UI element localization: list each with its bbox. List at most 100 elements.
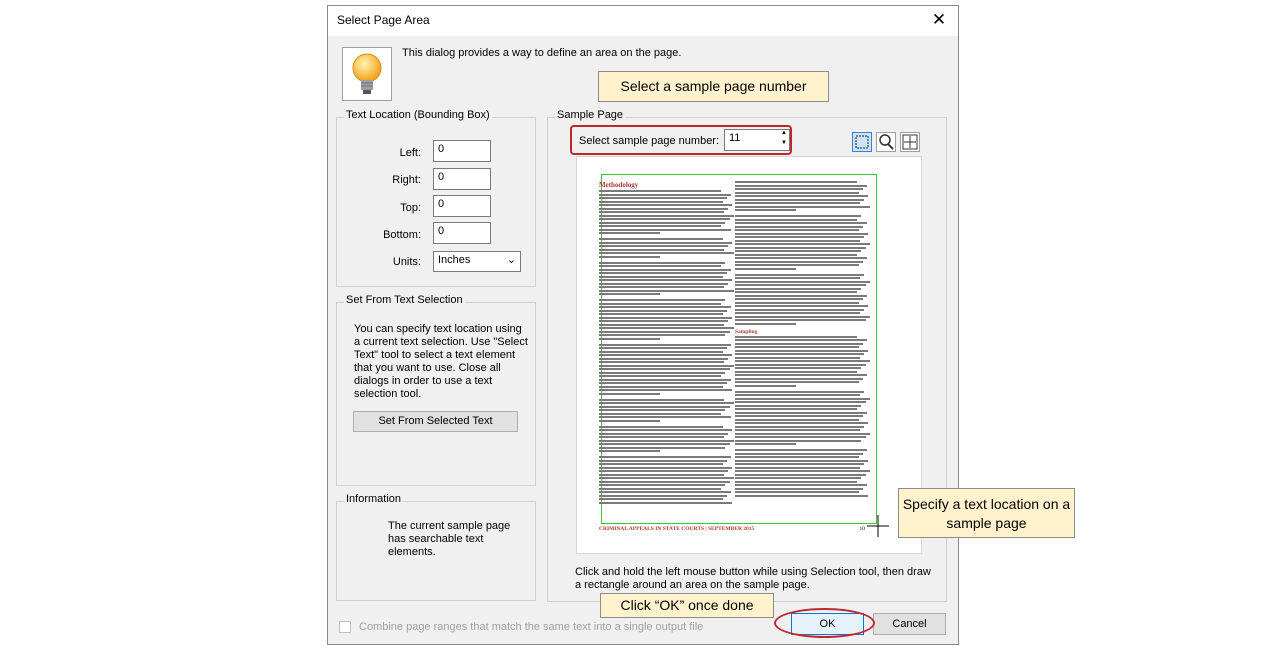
page-text-line bbox=[599, 214, 734, 217]
page-text-line bbox=[599, 371, 726, 374]
page-text-line bbox=[599, 275, 723, 278]
page-text-line bbox=[735, 459, 869, 462]
page-text-line bbox=[599, 299, 726, 301]
title-bar: Select Page Area ✕ bbox=[328, 6, 958, 36]
page-text-line bbox=[735, 236, 865, 238]
page-text-line bbox=[735, 418, 859, 421]
page-text-line bbox=[599, 327, 734, 329]
page-text-line bbox=[735, 381, 859, 383]
page-text-line bbox=[735, 280, 870, 283]
page-text-line bbox=[599, 389, 733, 391]
text-location-group: Text Location (Bounding Box) Left: 0 Rig… bbox=[336, 109, 536, 287]
page-text-line bbox=[735, 243, 870, 245]
set-from-selected-text-button[interactable]: Set From Selected Text bbox=[353, 411, 518, 432]
page-text-line bbox=[599, 466, 733, 469]
page-text-line bbox=[599, 432, 729, 435]
page-text-line bbox=[735, 246, 866, 249]
page-text-line bbox=[599, 402, 734, 404]
page-text-line bbox=[599, 473, 725, 476]
top-label: Top: bbox=[400, 202, 421, 214]
sample-page-instruction: Click and hold the left mouse button whi… bbox=[575, 566, 931, 591]
information-label: Information bbox=[344, 493, 404, 505]
sample-page-preview[interactable]: Methodology Sampling CRIMINAL APPEALS IN… bbox=[576, 156, 922, 554]
page-text-line bbox=[735, 377, 863, 380]
page-text-line bbox=[599, 265, 722, 267]
page-text-line bbox=[735, 494, 869, 497]
page-text-line bbox=[599, 378, 731, 381]
page-text-line bbox=[735, 287, 862, 290]
page-text-line bbox=[735, 425, 865, 428]
callout-sample-page: Select a sample page number bbox=[598, 71, 829, 102]
zoom-tool-icon[interactable] bbox=[876, 132, 896, 152]
page-text-line bbox=[735, 349, 869, 352]
page-text-line bbox=[599, 392, 661, 395]
page-text-line bbox=[735, 436, 866, 438]
page-text-line bbox=[735, 466, 861, 469]
close-icon[interactable]: ✕ bbox=[928, 9, 950, 31]
page-text-line bbox=[599, 320, 729, 322]
page-text-line bbox=[599, 412, 722, 415]
page-text-line bbox=[735, 456, 859, 458]
page-text-line bbox=[599, 323, 725, 326]
page-text-line bbox=[735, 319, 866, 321]
page-text-line bbox=[599, 419, 661, 422]
page-text-line bbox=[599, 221, 726, 224]
set-from-text-group: Set From Text Selection You can specify … bbox=[336, 294, 536, 486]
page-text-line bbox=[735, 353, 865, 355]
page-text-line bbox=[735, 225, 863, 228]
page-text-line bbox=[599, 282, 729, 285]
page-text-line bbox=[735, 312, 861, 314]
callout-text-location: Specify a text location on a sample page bbox=[898, 488, 1075, 538]
right-input[interactable]: 0 bbox=[433, 168, 491, 190]
page-text-line bbox=[735, 322, 797, 325]
selection-tool-icon[interactable] bbox=[852, 132, 872, 152]
page-text-line bbox=[735, 264, 859, 266]
crosshair-cursor-icon bbox=[867, 515, 889, 537]
bottom-label: Bottom: bbox=[383, 229, 421, 241]
page-text-line bbox=[599, 501, 733, 504]
information-group: Information The current sample page has … bbox=[336, 493, 536, 601]
page-text-line bbox=[599, 279, 733, 281]
page-text-line bbox=[599, 350, 723, 353]
fit-page-icon[interactable] bbox=[900, 132, 920, 152]
page-text-line bbox=[735, 335, 858, 338]
combine-checkbox[interactable] bbox=[339, 621, 351, 633]
page-text-line bbox=[735, 315, 870, 318]
page-text-line bbox=[735, 374, 867, 376]
page-text-line bbox=[735, 356, 861, 359]
units-label: Units: bbox=[392, 256, 421, 268]
page-text-line bbox=[735, 294, 867, 297]
left-label: Left: bbox=[399, 147, 421, 159]
page-text-line bbox=[599, 456, 731, 458]
page-text-line bbox=[599, 193, 731, 196]
page-text-line bbox=[599, 375, 722, 377]
page-text-line bbox=[735, 439, 862, 442]
units-value: Inches bbox=[438, 254, 471, 266]
top-input[interactable]: 0 bbox=[433, 195, 491, 217]
page-text-line bbox=[599, 228, 731, 231]
page-text-line bbox=[735, 181, 858, 183]
page-text-line bbox=[599, 487, 722, 490]
right-label: Right: bbox=[392, 174, 421, 186]
page-text-line bbox=[599, 494, 727, 497]
page-text-line bbox=[735, 253, 858, 256]
page-text-line bbox=[599, 480, 730, 483]
page-text-line bbox=[599, 347, 727, 349]
page-text-line bbox=[599, 293, 661, 295]
units-select[interactable]: Inches ⌄ bbox=[433, 251, 521, 272]
page-text-line bbox=[735, 477, 862, 479]
page-text-line bbox=[599, 207, 729, 210]
page-text-line bbox=[735, 397, 870, 400]
page-text-line bbox=[599, 252, 734, 254]
page-text-line bbox=[735, 408, 858, 410]
page-text-line bbox=[735, 191, 859, 194]
page-text-line bbox=[735, 452, 863, 455]
cancel-button[interactable]: Cancel bbox=[873, 613, 946, 635]
bottom-input[interactable]: 0 bbox=[433, 222, 491, 244]
left-input[interactable]: 0 bbox=[433, 140, 491, 162]
page-text-line bbox=[735, 277, 861, 279]
page-text-line bbox=[599, 197, 727, 199]
page-number-highlight bbox=[570, 125, 792, 155]
page-text-line bbox=[599, 309, 727, 312]
dialog-title: Select Page Area bbox=[337, 13, 430, 27]
